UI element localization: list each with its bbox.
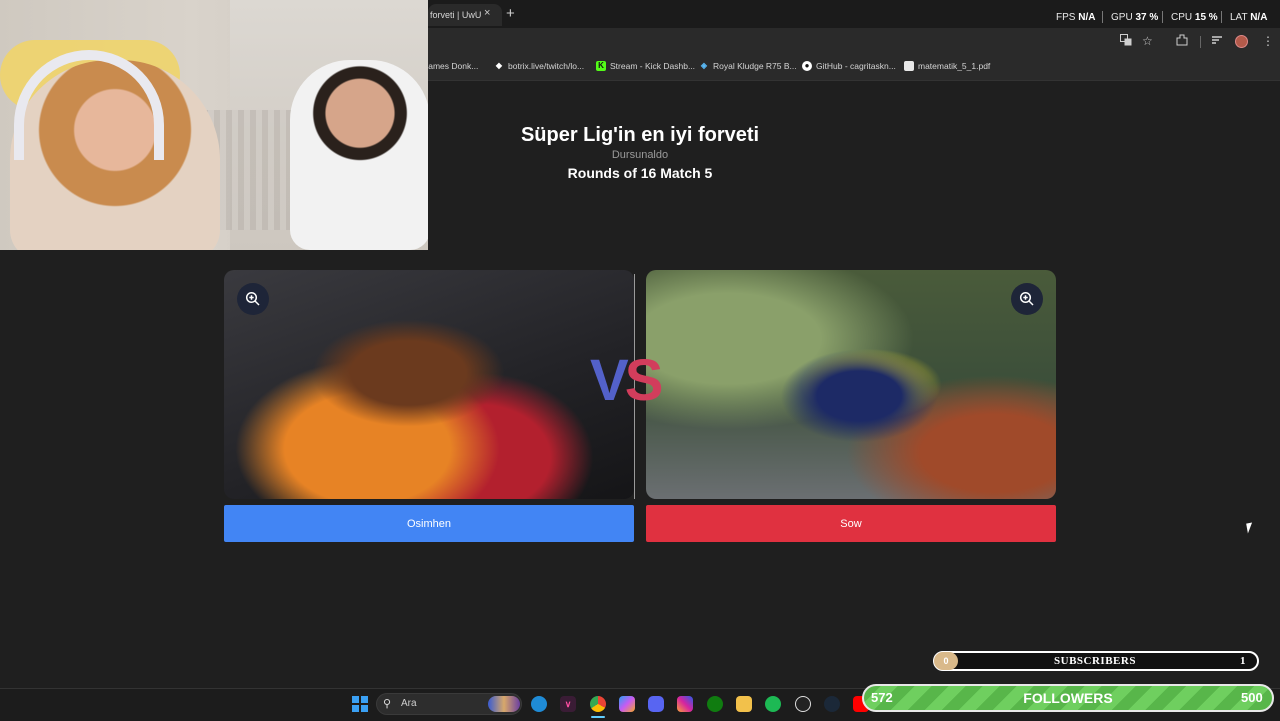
followers-current: 572 [871, 690, 893, 705]
gem-icon: ◈ [700, 61, 708, 70]
zoom-right-button[interactable] [1011, 283, 1043, 315]
bookmark-item[interactable]: ◈ Royal Kludge R75 B... [699, 61, 797, 71]
perf-divider [1221, 11, 1222, 23]
subscribers-label: SUBSCRIBERS [1054, 655, 1136, 667]
github-icon: ● [802, 61, 812, 71]
followers-label: FOLLOWERS [1023, 690, 1113, 706]
bookmark-item[interactable]: ◆ botrix.live/twitch/lo... [494, 61, 584, 71]
mouse-cursor-icon [1246, 522, 1254, 534]
lat-readout: LAT N/A [1230, 12, 1267, 23]
bookmark-label: GitHub - cagritaskn... [816, 61, 896, 71]
more-menu-icon[interactable]: ⋮ [1262, 34, 1274, 48]
spotify-icon[interactable] [765, 696, 781, 712]
kick-icon: K [596, 61, 606, 71]
edge-icon[interactable] [531, 696, 547, 712]
obs-icon[interactable] [795, 696, 811, 712]
page-title: Süper Lig'in en iyi forveti [520, 124, 760, 146]
instagram-icon[interactable] [677, 696, 693, 712]
active-app-indicator [591, 716, 605, 718]
copilot-icon[interactable] [619, 696, 635, 712]
bookmark-item[interactable]: matematik_5_1.pdf [904, 61, 990, 71]
cpu-label: CPU [1171, 12, 1193, 23]
gpu-readout: GPU 37 % [1111, 12, 1158, 23]
bookmark-label: Royal Kludge R75 B... [713, 61, 797, 71]
round-indicator: Rounds of 16 Match 5 [567, 165, 713, 181]
zoom-left-button[interactable] [237, 283, 269, 315]
search-placeholder: Ara [401, 698, 417, 709]
gpu-label: GPU [1111, 12, 1133, 23]
quiz-author[interactable]: Dursunaldo [0, 149, 1280, 161]
left-option-image[interactable] [224, 270, 634, 499]
toolbar-divider [1200, 36, 1201, 48]
perf-divider [1102, 11, 1103, 23]
lat-value: N/A [1250, 12, 1268, 23]
vs-letter-s: S [624, 348, 664, 413]
bookmark-item[interactable]: ● GitHub - cagritaskn... [802, 61, 896, 71]
perf-divider [1162, 11, 1163, 23]
bookmark-label: matematik_5_1.pdf [918, 61, 991, 71]
chrome-icon[interactable] [590, 696, 606, 712]
zoom-in-icon [245, 291, 260, 306]
followers-goal: 500 [1241, 690, 1263, 705]
xbox-icon[interactable] [707, 696, 723, 712]
cpu-readout: CPU 15 % [1171, 12, 1218, 23]
lat-label: LAT [1230, 12, 1248, 23]
subscribers-goal: 1 [1240, 655, 1246, 667]
fps-label: FPS [1056, 12, 1076, 23]
vs-label: VS [590, 352, 663, 410]
new-tab-icon[interactable]: + [506, 5, 515, 22]
tab-search-icon[interactable] [1211, 34, 1223, 49]
star-icon[interactable]: ☆ [1142, 34, 1153, 48]
discord-icon[interactable] [648, 696, 664, 712]
bookmark-item[interactable]: K Stream - Kick Dashb... [596, 61, 695, 71]
file-explorer-icon[interactable] [736, 696, 752, 712]
profile-avatar[interactable] [1235, 35, 1248, 48]
diamond-icon: ◆ [495, 61, 503, 70]
bookmark-label: botrix.live/twitch/lo... [508, 61, 585, 71]
tab-close-icon[interactable]: × [484, 7, 490, 19]
extensions-icon[interactable] [1176, 34, 1188, 49]
bookmark-item[interactable]: James Donk... [424, 61, 478, 71]
right-option-image[interactable] [646, 270, 1056, 499]
bookmark-label: James Donk... [424, 61, 479, 71]
vs-letter-v: V [590, 348, 629, 413]
search-highlight-art [488, 696, 520, 712]
pdf-file-icon [904, 61, 914, 71]
choose-right-button[interactable]: Sow [646, 505, 1056, 542]
fps-value: N/A [1078, 12, 1096, 23]
choose-left-button[interactable]: Osimhen [224, 505, 634, 542]
zoom-in-icon [1019, 291, 1034, 306]
browser-tab[interactable]: forveti | UwU [428, 4, 502, 26]
gpu-value: 37 % [1135, 12, 1159, 23]
steam-icon[interactable] [824, 696, 840, 712]
bookmark-label: Stream - Kick Dashb... [610, 61, 696, 71]
fps-readout: FPS N/A [1056, 12, 1095, 23]
clipchamp-icon[interactable]: ∨ [560, 696, 576, 712]
cpu-value: 15 % [1194, 12, 1218, 23]
windows-start-icon[interactable] [352, 696, 368, 712]
subscribers-current: 0 [934, 652, 958, 670]
translate-icon[interactable] [1120, 34, 1132, 49]
search-icon: ⚲ [383, 698, 392, 710]
